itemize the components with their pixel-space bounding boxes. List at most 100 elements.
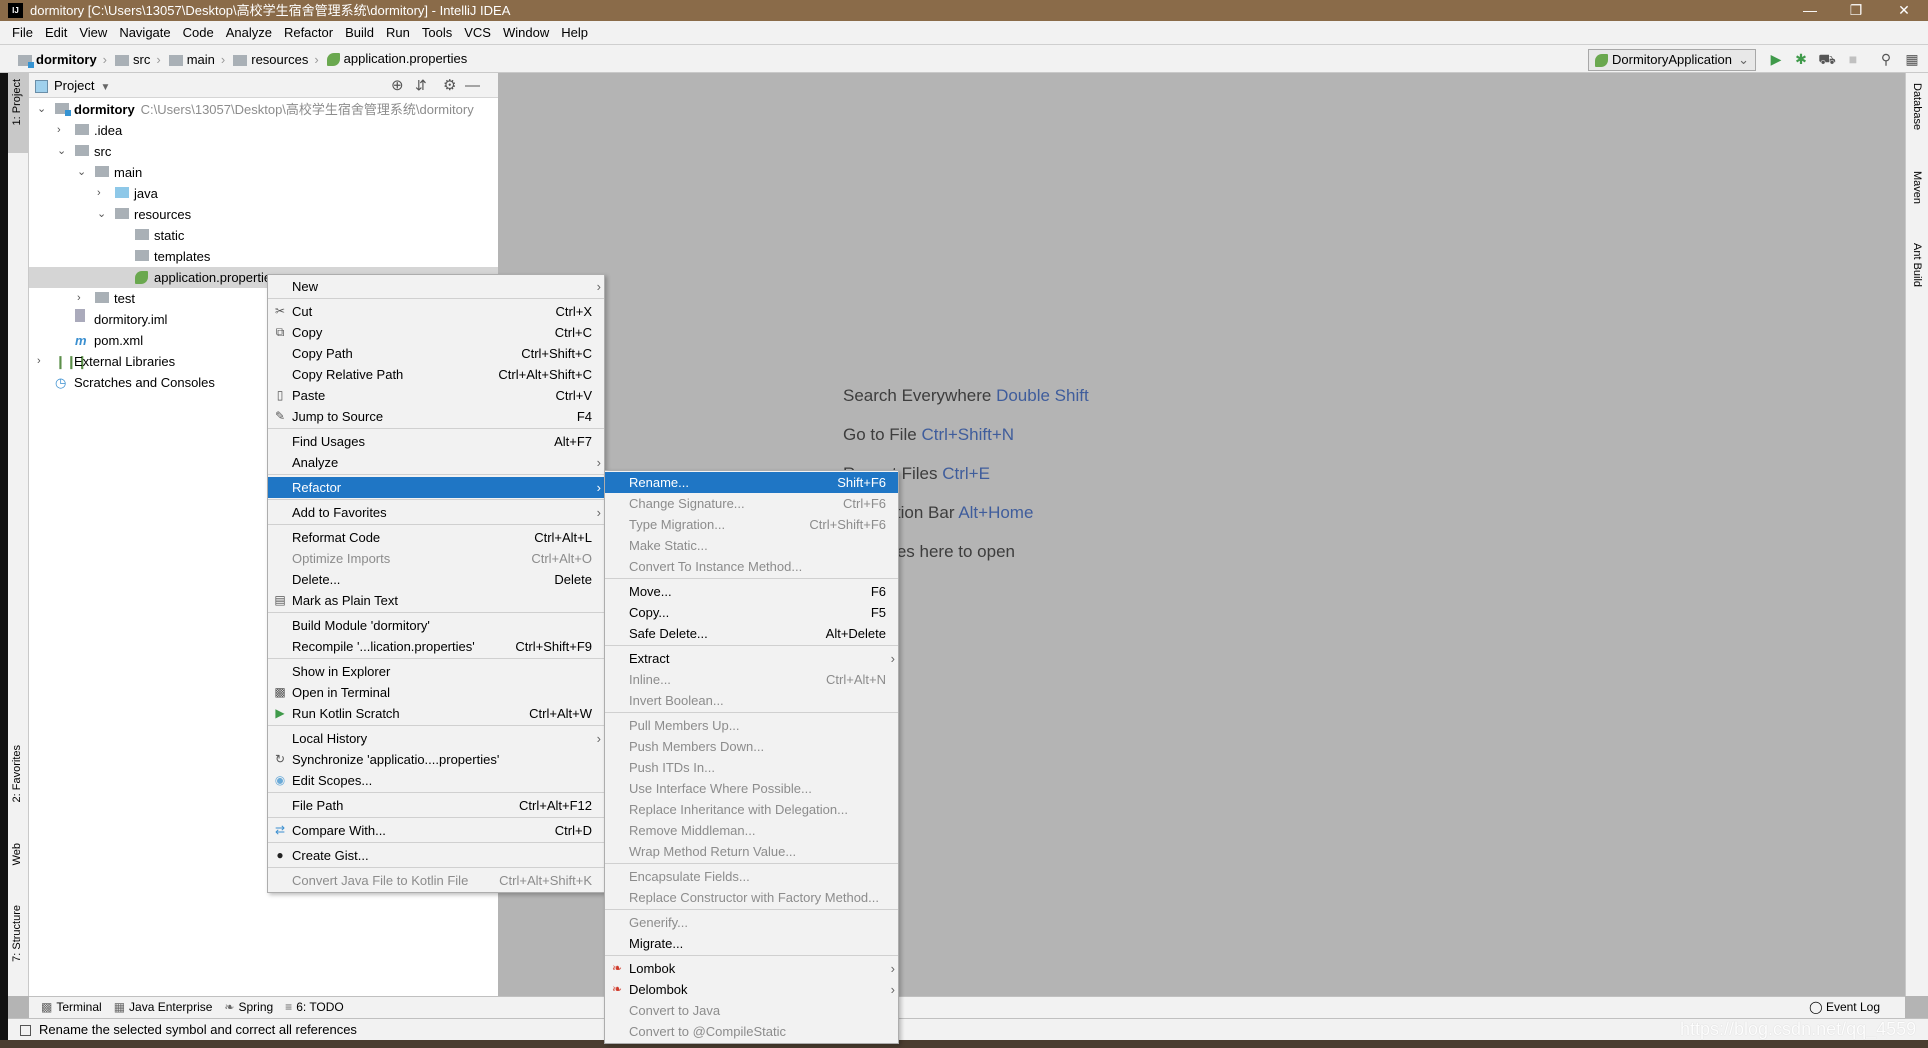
tree-item[interactable]: ⌄ main — [29, 162, 498, 183]
menu-item-replace-constructor-with-factory-method[interactable]: Replace Constructor with Factory Method.… — [605, 887, 898, 908]
toggle-tool-windows-icon[interactable] — [20, 1025, 31, 1037]
menu-item-generify[interactable]: Generify... — [605, 912, 898, 933]
menu-item-copy[interactable]: ⧉ Copy Ctrl+C — [268, 322, 604, 343]
tree-item[interactable]: static — [29, 225, 498, 246]
menu-item-make-static[interactable]: Make Static... — [605, 535, 898, 556]
menu-item-synchronize-applicatio-properties[interactable]: ↻ Synchronize 'applicatio....properties' — [268, 749, 604, 770]
breadcrumb-item[interactable]: src › — [115, 46, 161, 74]
menu-item-new[interactable]: New › — [268, 276, 604, 297]
menu-item-find-usages[interactable]: Find Usages Alt+F7 — [268, 431, 604, 452]
menu-item-encapsulate-fields[interactable]: Encapsulate Fields... — [605, 866, 898, 887]
menu-item-reformat-code[interactable]: Reformat Code Ctrl+Alt+L — [268, 527, 604, 548]
menu-item-open-in-terminal[interactable]: ▩ Open in Terminal — [268, 682, 604, 703]
event-log-button[interactable]: ◯ Event Log — [1809, 997, 1880, 1018]
favorites-tab[interactable]: 2: Favorites — [11, 745, 23, 802]
menu-item-delete[interactable]: Delete... Delete — [268, 569, 604, 590]
menu-window[interactable]: Window — [503, 21, 549, 44]
chevron-down-icon[interactable]: ⌄ — [57, 141, 66, 162]
menu-item-type-migration[interactable]: Type Migration... Ctrl+Shift+F6 — [605, 514, 898, 535]
tree-item[interactable]: templates — [29, 246, 498, 267]
menu-item-pull-members-up[interactable]: Pull Members Up... — [605, 715, 898, 736]
menu-item-cut[interactable]: ✂ Cut Ctrl+X — [268, 301, 604, 322]
menu-analyze[interactable]: Analyze — [226, 21, 272, 44]
chevron-right-icon[interactable]: › — [57, 120, 61, 141]
run-configuration-dropdown[interactable]: DormitoryApplication ⌄ — [1588, 49, 1756, 71]
tree-item[interactable]: ⌄ resources — [29, 204, 498, 225]
menu-item-copy-path[interactable]: Copy Path Ctrl+Shift+C — [268, 343, 604, 364]
structure-tab[interactable]: 7: Structure — [11, 905, 23, 962]
tree-item[interactable]: ⌄ src — [29, 141, 498, 162]
locate-file-icon[interactable]: ⊕ — [391, 73, 404, 98]
chevron-right-icon[interactable]: › — [37, 351, 41, 372]
chevron-right-icon[interactable]: › — [97, 183, 101, 204]
menu-navigate[interactable]: Navigate — [119, 21, 170, 44]
menu-item-wrap-method-return-value[interactable]: Wrap Method Return Value... — [605, 841, 898, 862]
menu-item-push-itds-in[interactable]: Push ITDs In... — [605, 757, 898, 778]
menu-item-file-path[interactable]: File Path Ctrl+Alt+F12 — [268, 795, 604, 816]
menu-tools[interactable]: Tools — [422, 21, 452, 44]
menu-item-local-history[interactable]: Local History › — [268, 728, 604, 749]
tree-item[interactable]: ⌄ dormitory C:\Users\13057\Desktop\高校学生宿舍管… — [29, 99, 498, 120]
collapse-all-icon[interactable]: ⇵ — [415, 73, 427, 98]
menu-code[interactable]: Code — [183, 21, 214, 44]
chevron-down-icon[interactable]: ⌄ — [37, 99, 46, 120]
menu-item-show-in-explorer[interactable]: Show in Explorer — [268, 661, 604, 682]
breadcrumb-item[interactable]: application.properties — [326, 45, 467, 73]
menu-item-recompile-lication-properties[interactable]: Recompile '...lication.properties' Ctrl+S… — [268, 636, 604, 657]
restore-button[interactable]: ❐ — [1836, 0, 1876, 21]
menu-item-refactor[interactable]: Refactor › — [268, 477, 604, 498]
breadcrumb-item[interactable]: dormitory › — [18, 46, 107, 74]
ant-build-tab[interactable]: Ant Build — [1911, 243, 1923, 287]
tree-item[interactable]: › java — [29, 183, 498, 204]
menu-item-optimize-imports[interactable]: Optimize Imports Ctrl+Alt+O — [268, 548, 604, 569]
menu-item-migrate[interactable]: Migrate... — [605, 933, 898, 954]
menu-item-create-gist[interactable]: ● Create Gist... — [268, 845, 604, 866]
menu-view[interactable]: View — [79, 21, 107, 44]
hide-panel-icon[interactable]: — — [465, 73, 480, 98]
chevron-down-icon[interactable]: ▼ — [100, 82, 110, 93]
stop-icon[interactable]: ■ — [1844, 50, 1862, 68]
menu-item-lombok[interactable]: ❧ Lombok › — [605, 958, 898, 979]
tool-window-java-enterprise[interactable]: ▦ Java Enterprise — [114, 997, 213, 1018]
menu-item-invert-boolean[interactable]: Invert Boolean... — [605, 690, 898, 711]
gear-icon[interactable]: ⚙ — [443, 73, 456, 98]
menu-item-copy[interactable]: Copy... F5 — [605, 602, 898, 623]
chevron-right-icon[interactable]: › — [77, 288, 81, 309]
minimize-button[interactable]: — — [1790, 0, 1830, 21]
menu-run[interactable]: Run — [386, 21, 410, 44]
menu-item-convert-to-instance-method[interactable]: Convert To Instance Method... — [605, 556, 898, 577]
search-icon[interactable]: ⚲ — [1877, 50, 1895, 68]
menu-file[interactable]: File — [12, 21, 33, 44]
breadcrumb-item[interactable]: resources › — [233, 46, 319, 74]
chevron-down-icon[interactable]: ⌄ — [97, 204, 106, 225]
menu-item-mark-as-plain-text[interactable]: ▤ Mark as Plain Text — [268, 590, 604, 611]
database-tab[interactable]: Database — [1911, 83, 1923, 130]
menu-item-replace-inheritance-with-delegation[interactable]: Replace Inheritance with Delegation... — [605, 799, 898, 820]
web-tab[interactable]: Web — [11, 843, 23, 865]
menu-item-analyze[interactable]: Analyze › — [268, 452, 604, 473]
menu-item-jump-to-source[interactable]: ✎ Jump to Source F4 — [268, 406, 604, 427]
menu-item-build-module-dormitory[interactable]: Build Module 'dormitory' — [268, 615, 604, 636]
menu-item-inline[interactable]: Inline... Ctrl+Alt+N — [605, 669, 898, 690]
menu-item-change-signature[interactable]: Change Signature... Ctrl+F6 — [605, 493, 898, 514]
tool-window-spring[interactable]: ❧ Spring — [224, 997, 273, 1018]
menu-item-delombok[interactable]: ❧ Delombok › — [605, 979, 898, 1000]
menu-item-extract[interactable]: Extract › — [605, 648, 898, 669]
menu-item-move[interactable]: Move... F6 — [605, 581, 898, 602]
menu-item-convert-to-java[interactable]: Convert to Java — [605, 1000, 898, 1021]
menu-item-paste[interactable]: ▯ Paste Ctrl+V — [268, 385, 604, 406]
tool-window-terminal[interactable]: ▩ Terminal — [41, 997, 102, 1018]
menu-item-use-interface-where-possible[interactable]: Use Interface Where Possible... — [605, 778, 898, 799]
run-with-coverage-icon[interactable]: ⛟ — [1818, 50, 1836, 68]
menu-item-remove-middleman[interactable]: Remove Middleman... — [605, 820, 898, 841]
chevron-down-icon[interactable]: ⌄ — [77, 162, 86, 183]
menu-vcs[interactable]: VCS — [464, 21, 491, 44]
menu-build[interactable]: Build — [345, 21, 374, 44]
tool-window-project-tab[interactable]: 1: Project — [8, 73, 28, 153]
close-button[interactable]: ✕ — [1884, 0, 1924, 21]
menu-item-edit-scopes[interactable]: ◉ Edit Scopes... — [268, 770, 604, 791]
project-structure-icon[interactable]: ▦ — [1903, 50, 1921, 68]
maven-tab[interactable]: Maven — [1911, 171, 1923, 204]
menu-item-push-members-down[interactable]: Push Members Down... — [605, 736, 898, 757]
project-view-selector[interactable]: Project — [54, 78, 94, 93]
